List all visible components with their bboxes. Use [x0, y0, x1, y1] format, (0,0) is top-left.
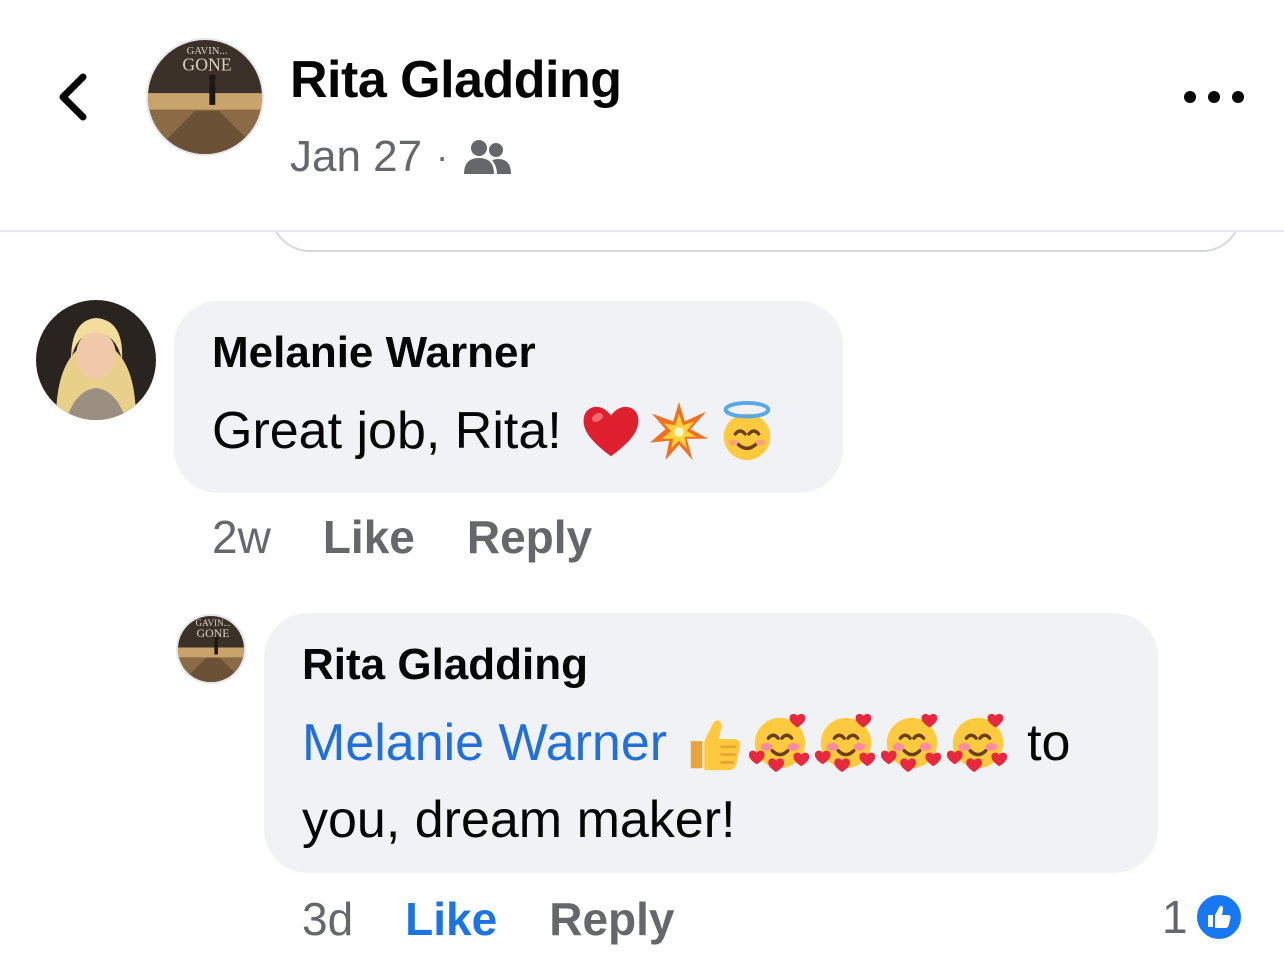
post-date[interactable]: Jan 27: [290, 132, 422, 182]
reply-button[interactable]: Reply: [549, 892, 674, 946]
thumbs-up-icon: [690, 720, 741, 771]
friends-icon[interactable]: [462, 138, 512, 176]
comment-text: Great job, Rita!: [212, 400, 778, 462]
smiling-face-with-halo-icon: [723, 400, 770, 461]
reply-actions: 3d Like Reply: [302, 892, 726, 946]
smiling-face-with-hearts-icon: [815, 712, 877, 774]
smiling-face-with-hearts-icon: [881, 712, 943, 774]
smiling-face-with-hearts-icon: [749, 712, 811, 774]
more-dot-icon: [1232, 91, 1244, 103]
reply-author-name[interactable]: Rita Gladding: [302, 640, 588, 690]
comment-author-name[interactable]: Melanie Warner: [212, 328, 536, 378]
author-name[interactable]: Rita Gladding: [290, 50, 622, 110]
comment-actions: 2w Like Reply: [212, 510, 644, 564]
like-icon: [1193, 892, 1244, 942]
chevron-left-icon: [59, 73, 87, 121]
mention-link[interactable]: Melanie Warner: [302, 713, 667, 773]
red-heart-icon: [583, 406, 639, 457]
reply-text-line-1: Melanie Warner to: [302, 712, 1070, 774]
post-header: GAVIN... GONE Rita Gladding Jan 27 ·: [0, 0, 1284, 232]
comment-body: Great job, Rita!: [212, 402, 562, 460]
commenter-avatar[interactable]: [36, 300, 156, 420]
avatar-title-main: GONE: [182, 55, 231, 75]
more-dot-icon: [1184, 91, 1196, 103]
avatar-title-main: GONE: [196, 626, 229, 640]
like-button[interactable]: Like: [323, 510, 415, 564]
reaction-count: 1: [1162, 891, 1188, 943]
collision-icon: [649, 401, 708, 461]
comment-timestamp[interactable]: 2w: [212, 510, 271, 564]
reply-timestamp[interactable]: 3d: [302, 892, 353, 946]
post-meta: Jan 27 ·: [290, 132, 512, 182]
reply-button[interactable]: Reply: [467, 510, 592, 564]
meta-separator: ·: [436, 136, 449, 177]
more-options-button[interactable]: [1184, 80, 1244, 114]
author-avatar[interactable]: GAVIN... GONE: [146, 38, 264, 156]
like-button[interactable]: Like: [405, 892, 497, 946]
more-dot-icon: [1208, 91, 1220, 103]
reaction-summary[interactable]: 1: [1162, 890, 1244, 944]
back-button[interactable]: [44, 62, 100, 132]
reply-text-line-2: you, dream maker!: [302, 791, 736, 849]
reply-author-avatar[interactable]: GAVIN... GONE: [176, 614, 246, 684]
reply-text-after: to: [1027, 714, 1071, 772]
smiling-face-with-hearts-icon: [947, 712, 1009, 774]
